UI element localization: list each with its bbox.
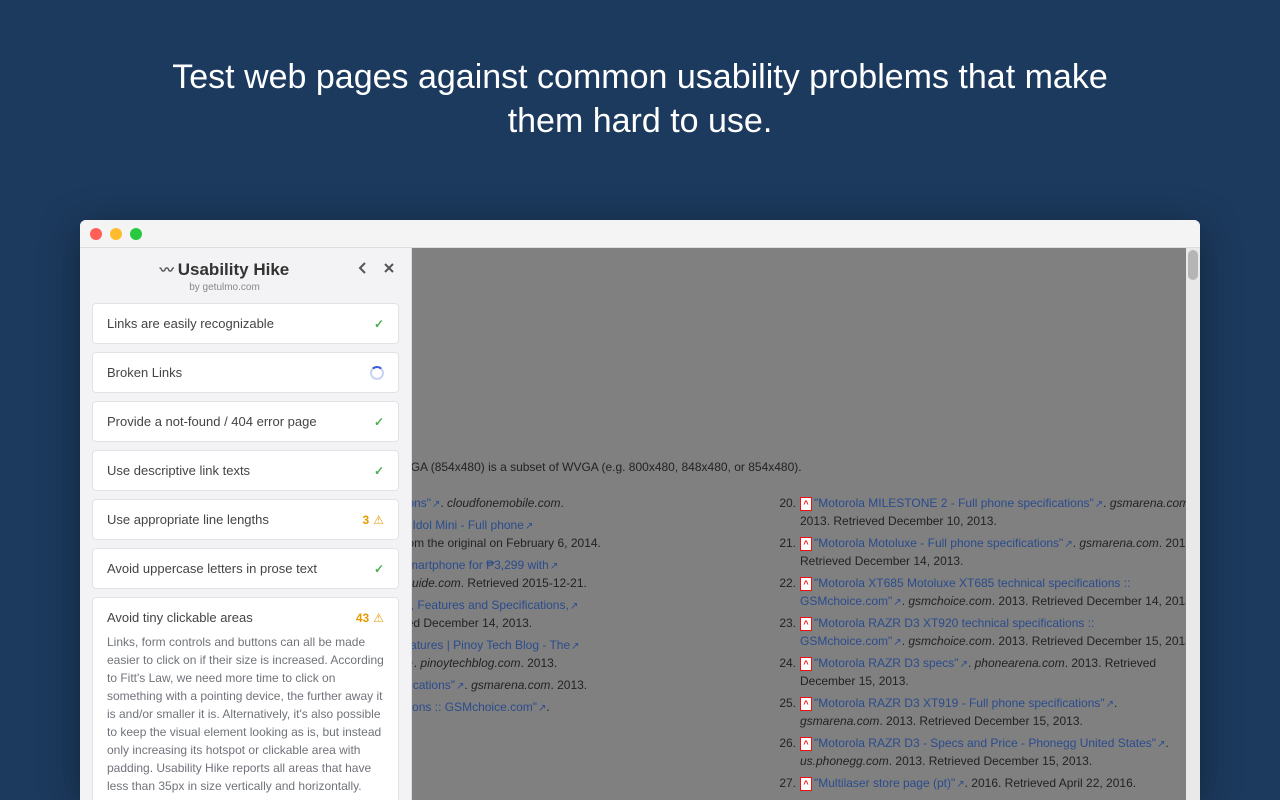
highlight-marker[interactable]: ^	[800, 657, 812, 671]
window-titlebar	[80, 220, 1200, 248]
brand-title: Usability Hike	[178, 260, 290, 279]
reference-link[interactable]: "Motorola RAZR D3 - Specs and Price - Ph…	[814, 736, 1156, 750]
reference-link[interactable]: 0 Specs, Price, Features | Pinoy Tech Bl…	[412, 638, 570, 652]
reference-link[interactable]: "Motorola Motoluxe - Full phone specific…	[814, 536, 1063, 550]
pulse-icon: 〰	[160, 262, 174, 278]
highlight-marker[interactable]: ^	[800, 497, 812, 511]
rule-item[interactable]: Avoid tiny clickable areas 43 ⚠ Links, for…	[92, 597, 399, 800]
highlight-marker[interactable]: ^	[800, 737, 812, 751]
rule-label: Avoid tiny clickable areas	[107, 610, 253, 625]
rules-list: Links are easily recognizable ✓ Broken Lin…	[80, 303, 411, 800]
rule-item[interactable]: Use appropriate line lengths 3 ⚠	[92, 499, 399, 540]
reference-link[interactable]: "Motorola RAZR D3 specs"	[814, 656, 959, 670]
check-icon: ✓	[374, 415, 384, 429]
reference-item: echnical specifications :: GSMchoice.com…	[412, 698, 742, 716]
rule-label: Use appropriate line lengths	[107, 512, 269, 527]
reference-number: 25.	[772, 694, 800, 730]
reference-link[interactable]: "Multilaser store page (pt)"	[814, 776, 955, 790]
close-window-icon[interactable]	[90, 228, 102, 240]
intro-text: VGA display; FWVGA (854x480) is a subset…	[412, 458, 1200, 476]
app-window: 〰Usability Hike by getulmo.com Links are…	[80, 220, 1200, 800]
highlight-marker[interactable]: ^	[800, 577, 812, 591]
back-icon[interactable]	[355, 260, 371, 276]
reference-item: 26.^"Motorola RAZR D3 - Specs and Price …	[772, 734, 1200, 770]
reference-item: 21.^"Motorola Motoluxe - Full phone spec…	[772, 534, 1200, 570]
reference-number: 21.	[772, 534, 800, 570]
spinner-icon	[370, 366, 384, 380]
rule-item[interactable]: Provide a not-found / 404 error page ✓	[92, 401, 399, 442]
rule-item[interactable]: Use descriptive link texts ✓	[92, 450, 399, 491]
reference-item: 27.^"Multilaser store page (pt)"↗. 2016.…	[772, 774, 1200, 792]
rule-label: Broken Links	[107, 365, 182, 380]
reference-link[interactable]: "Motorola MILESTONE 2 - Full phone speci…	[814, 496, 1094, 510]
rule-label: Use descriptive link texts	[107, 463, 250, 478]
rule-label: Avoid uppercase letters in prose text	[107, 561, 317, 576]
brand: 〰Usability Hike by getulmo.com	[94, 260, 355, 293]
reference-link[interactable]: Inch Quad Core Smartphone for ₱3,299 wit…	[412, 558, 549, 572]
headline: Test web pages against common usability …	[0, 0, 1280, 183]
reference-link[interactable]: 0 Price Philippines, Features and Specif…	[412, 598, 569, 612]
rule-item[interactable]: Broken Links	[92, 352, 399, 393]
check-icon: ✓	[374, 464, 384, 478]
window-controls	[90, 228, 142, 240]
reference-item: 0 Price Philippines, Features and Specif…	[412, 596, 742, 632]
reference-item: erview, Specifications"↗. cloudfonemobil…	[412, 494, 742, 512]
maximize-window-icon[interactable]	[130, 228, 142, 240]
highlight-marker[interactable]: ^	[800, 697, 812, 711]
reference-item: 25.^"Motorola RAZR D3 XT919 - Full phone…	[772, 694, 1200, 730]
check-icon: ✓	[374, 562, 384, 576]
highlight-marker[interactable]: ^	[800, 537, 812, 551]
warn-count: 43	[356, 611, 369, 625]
warning-icon: ⚠	[373, 513, 384, 527]
reference-number: 20.	[772, 494, 800, 530]
reference-item: Inch Quad Core Smartphone for ₱3,299 wit…	[412, 556, 742, 592]
reference-item: 23.^"Motorola RAZR D3 XT920 technical sp…	[772, 614, 1200, 650]
highlight-marker[interactable]: ^	[800, 777, 812, 791]
reference-item: 24.^"Motorola RAZR D3 specs"↗. phonearen…	[772, 654, 1200, 690]
references-left: erview, Specifications"↗. cloudfonemobil…	[412, 494, 742, 796]
reference-number: 24.	[772, 654, 800, 690]
reference-item: 0 Specs, Price, Features | Pinoy Tech Bl…	[412, 636, 742, 672]
reference-link[interactable]: erview, Specifications"	[412, 496, 431, 510]
reference-link[interactable]: Alcatel One Touch Idol Mini - Full phone	[412, 518, 524, 532]
close-panel-icon[interactable]	[381, 260, 397, 276]
sidebar: 〰Usability Hike by getulmo.com Links are…	[80, 248, 412, 800]
warn-count: 3	[363, 513, 370, 527]
reference-item: - Full phone specifications"↗. gsmarena.…	[412, 676, 742, 694]
reference-number: 26.	[772, 734, 800, 770]
highlight-marker[interactable]: ^	[800, 617, 812, 631]
reference-item: 20.^"Motorola MILESTONE 2 - Full phone s…	[772, 494, 1200, 530]
reference-item: 22.^"Motorola XT685 Motoluxe XT685 techn…	[772, 574, 1200, 610]
reference-number: 27.	[772, 774, 800, 792]
rule-item[interactable]: Avoid uppercase letters in prose text ✓	[92, 548, 399, 589]
reference-link[interactable]: "Motorola RAZR D3 XT919 - Full phone spe…	[814, 696, 1105, 710]
page-viewport[interactable]: VGA display; FWVGA (854x480) is a subset…	[412, 248, 1200, 800]
reference-link[interactable]: echnical specifications :: GSMchoice.com…	[412, 700, 537, 714]
reference-item: Alcatel One Touch Idol Mini - Full phone…	[412, 516, 742, 552]
page-content: VGA display; FWVGA (854x480) is a subset…	[412, 458, 1200, 796]
rule-label: Links are easily recognizable	[107, 316, 274, 331]
reference-number: 22.	[772, 574, 800, 610]
rule-description: Links, form controls and buttons can all…	[107, 633, 384, 795]
scrollbar-track[interactable]	[1186, 248, 1200, 800]
warning-icon: ⚠	[373, 611, 384, 625]
brand-subtitle: by getulmo.com	[94, 282, 355, 293]
reference-number: 23.	[772, 614, 800, 650]
scrollbar-thumb[interactable]	[1188, 250, 1198, 280]
reference-link[interactable]: - Full phone specifications"	[412, 678, 455, 692]
references-right: 20.^"Motorola MILESTONE 2 - Full phone s…	[772, 494, 1200, 796]
minimize-window-icon[interactable]	[110, 228, 122, 240]
check-icon: ✓	[374, 317, 384, 331]
rule-label: Provide a not-found / 404 error page	[107, 414, 317, 429]
rule-item[interactable]: Links are easily recognizable ✓	[92, 303, 399, 344]
